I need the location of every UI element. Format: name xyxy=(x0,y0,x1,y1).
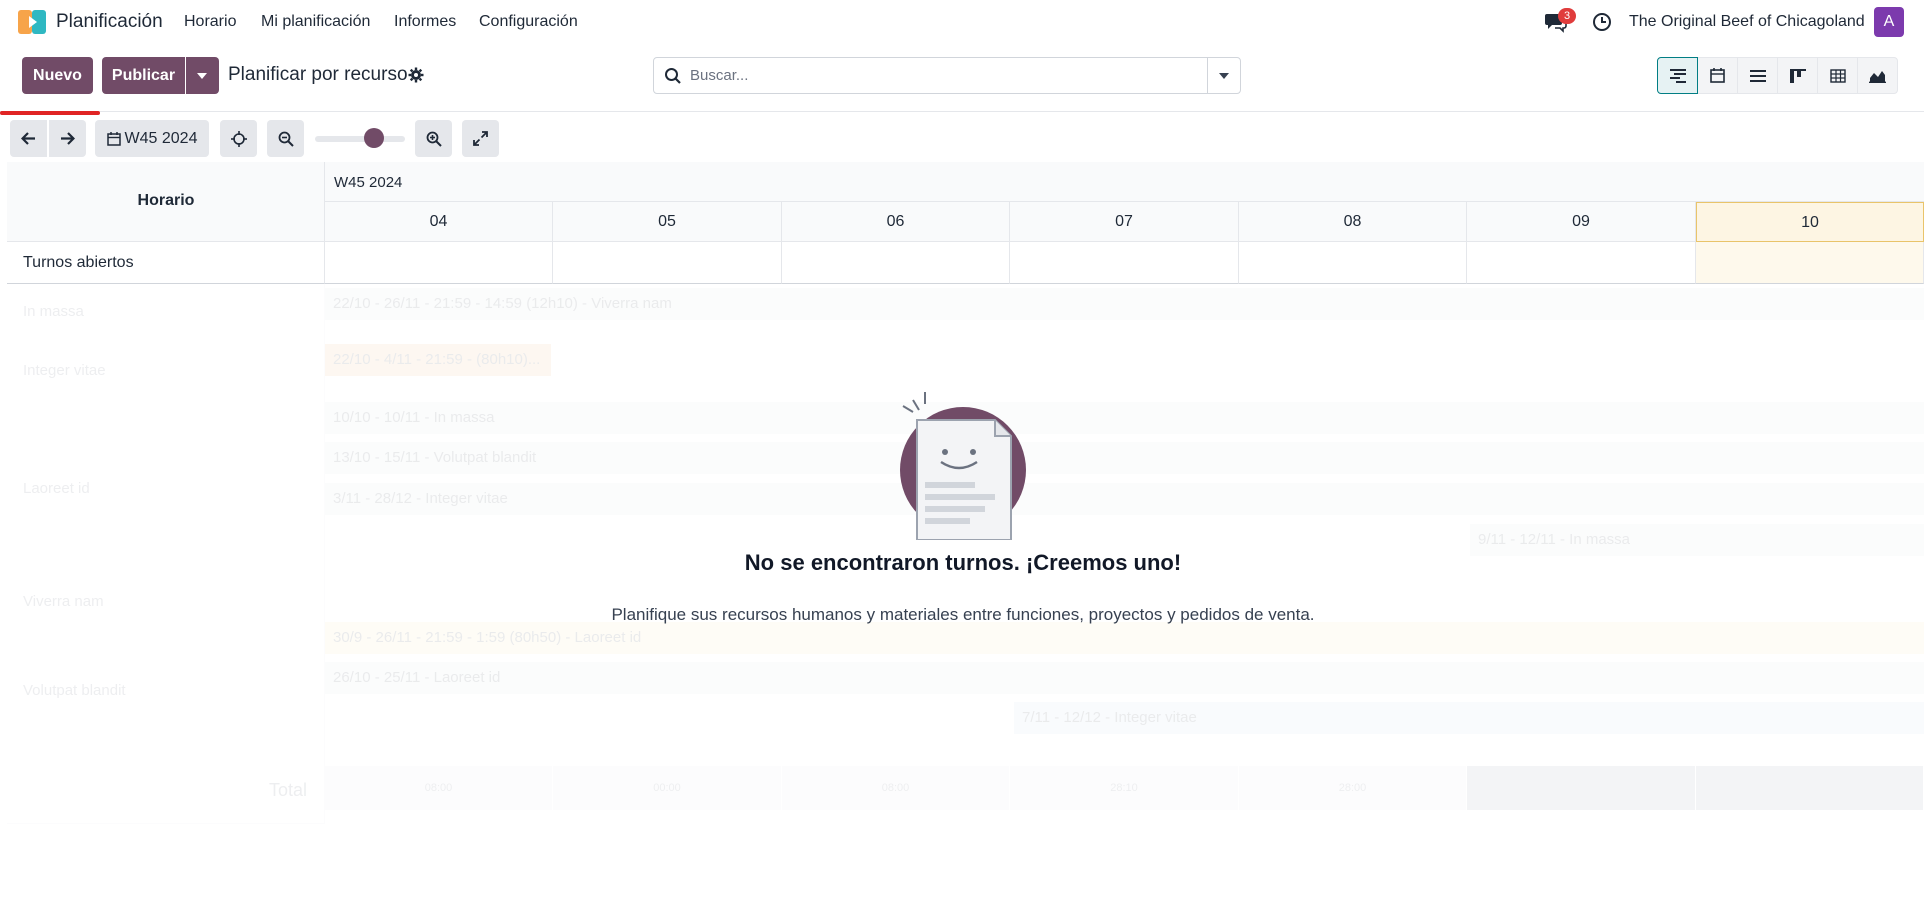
open-shift-cell[interactable] xyxy=(1467,242,1696,284)
total-cell: 08:00 xyxy=(782,766,1009,810)
day-column-header: 07 xyxy=(1010,202,1239,242)
sample-shift-pill: 22/10 - 26/11 - 21:59 - 14:59 (12h10) - … xyxy=(325,288,1924,320)
gantt-header-left: Horario xyxy=(7,162,325,242)
total-cell: 00:00 xyxy=(553,766,781,810)
list-icon xyxy=(1749,69,1766,82)
expand-icon xyxy=(473,131,488,146)
open-shift-cell[interactable] xyxy=(782,242,1010,284)
zoom-in-button[interactable] xyxy=(415,120,452,157)
zoom-out-icon xyxy=(278,131,294,147)
open-shift-cell[interactable] xyxy=(1010,242,1239,284)
sample-shift-pill: 22/10 - 4/11 - 21:59 - (80h10)... xyxy=(325,344,551,376)
search-input[interactable] xyxy=(690,58,1190,93)
kanban-icon xyxy=(1789,68,1806,83)
sample-shift-pill: 3/11 - 28/12 - Integer vitae xyxy=(325,483,1924,515)
view-calendar-button[interactable] xyxy=(1697,57,1738,94)
user-avatar[interactable]: A xyxy=(1874,7,1904,37)
period-label: W45 2024 xyxy=(124,129,198,147)
control-panel: Nuevo Publicar Planificar por recurso xyxy=(0,45,1924,115)
search-icon xyxy=(665,68,681,84)
open-shift-cell[interactable] xyxy=(553,242,782,284)
menu-configuracion[interactable]: Configuración xyxy=(479,13,578,31)
period-picker-button[interactable]: W45 2024 xyxy=(95,120,209,157)
total-cell: 28:00 xyxy=(1239,766,1466,810)
gantt-toolbar: W45 2024 xyxy=(0,112,1924,162)
week-label: W45 2024 xyxy=(334,174,403,191)
total-cell: 28:10 xyxy=(1010,766,1238,810)
arrow-right-icon xyxy=(61,132,75,145)
arrow-left-icon xyxy=(21,132,35,145)
open-shifts-row-label[interactable]: Turnos abiertos xyxy=(7,242,325,284)
day-column-header: 10 xyxy=(1696,202,1924,242)
zoom-in-icon xyxy=(426,131,442,147)
view-pivot-button[interactable] xyxy=(1817,57,1858,94)
view-gantt-button[interactable] xyxy=(1657,57,1698,94)
sample-resource-label: Laoreet id xyxy=(23,480,90,497)
gantt-icon xyxy=(1669,68,1686,83)
sample-shift-pill: 7/11 - 12/12 - Integer vitae xyxy=(1014,702,1924,734)
pivot-table-icon xyxy=(1829,68,1846,83)
menu-informes[interactable]: Informes xyxy=(394,13,456,31)
total-row-label: Total xyxy=(268,780,307,800)
total-cell: 08:00 xyxy=(325,766,552,810)
empty-state-illustration xyxy=(900,392,1026,540)
view-kanban-button[interactable] xyxy=(1777,57,1818,94)
sample-resource-label: Integer vitae xyxy=(23,362,106,379)
top-navbar: Planificación Horario Mi planificación I… xyxy=(0,0,1924,45)
previous-button[interactable] xyxy=(10,120,47,157)
publish-dropdown-toggle[interactable] xyxy=(186,57,219,94)
view-switcher xyxy=(1657,57,1898,94)
gear-icon[interactable] xyxy=(408,67,424,83)
calendar-icon xyxy=(106,131,121,146)
view-list-button[interactable] xyxy=(1737,57,1778,94)
open-shift-cell[interactable] xyxy=(325,242,553,284)
zoom-slider-handle[interactable] xyxy=(364,128,384,148)
company-switcher[interactable]: The Original Beef of Chicagoland xyxy=(1629,13,1865,31)
search-bar xyxy=(653,57,1241,94)
sample-shift-pill: 13/10 - 15/11 - Volutpat blandit xyxy=(325,442,1924,474)
day-column-header: 09 xyxy=(1467,202,1696,242)
zoom-out-button[interactable] xyxy=(267,120,304,157)
sample-resource-label: Volutpat blandit xyxy=(23,682,126,699)
area-chart-icon xyxy=(1869,70,1886,83)
new-button[interactable]: Nuevo xyxy=(22,57,93,94)
total-cell xyxy=(1696,766,1923,810)
sample-shift-pill: 10/10 - 10/11 - In massa xyxy=(325,402,1924,434)
open-shift-cell[interactable] xyxy=(1239,242,1467,284)
gantt-header-title: Horario xyxy=(137,192,195,209)
activity-clock-icon[interactable] xyxy=(1592,12,1612,32)
open-shift-cell[interactable] xyxy=(1696,242,1924,284)
menu-mi-planificacion[interactable]: Mi planificación xyxy=(261,13,370,31)
empty-state-title: No se encontraron turnos. ¡Creemos uno! xyxy=(744,550,1182,575)
day-column-header: 08 xyxy=(1239,202,1467,242)
day-column-header: 06 xyxy=(782,202,1010,242)
sample-shift-pill: 26/10 - 25/11 - Laoreet id xyxy=(325,662,1924,694)
app-name[interactable]: Planificación xyxy=(56,11,163,33)
messages-badge: 3 xyxy=(1558,8,1576,24)
view-graph-button[interactable] xyxy=(1857,57,1898,94)
crosshairs-icon xyxy=(230,130,247,147)
gantt-week-header: W45 2024 xyxy=(325,162,1924,202)
planning-app-icon[interactable] xyxy=(18,10,48,34)
sample-resource-label: Viverra nam xyxy=(23,593,104,610)
expand-button[interactable] xyxy=(462,120,499,157)
next-button[interactable] xyxy=(49,120,86,157)
empty-state-description: Planifique sus recursos humanos y materi… xyxy=(611,605,1315,624)
breadcrumb-title: Planificar por recurso xyxy=(228,64,408,85)
publish-button[interactable]: Publicar xyxy=(102,57,185,94)
menu-horario[interactable]: Horario xyxy=(184,13,236,31)
total-cell xyxy=(1467,766,1695,810)
sample-shift-pill: 9/11 - 12/11 - In massa xyxy=(1470,524,1924,556)
day-column-header: 05 xyxy=(553,202,782,242)
focus-today-button[interactable] xyxy=(220,120,257,157)
day-column-header: 04 xyxy=(325,202,553,242)
zoom-slider-track[interactable] xyxy=(315,136,405,142)
search-options-toggle[interactable] xyxy=(1207,58,1240,93)
calendar-icon xyxy=(1710,68,1725,83)
open-shifts-label: Turnos abiertos xyxy=(23,254,134,271)
sample-resource-label: In massa xyxy=(23,303,84,320)
